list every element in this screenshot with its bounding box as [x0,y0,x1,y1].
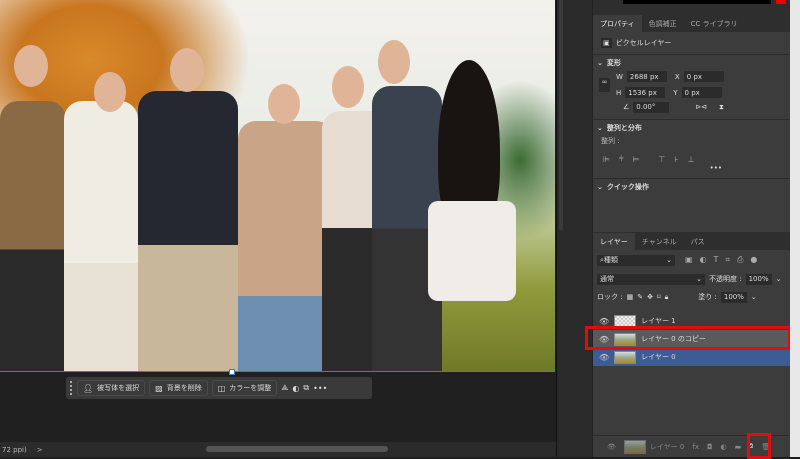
lock-all-icon[interactable]: 🔒︎ [665,293,669,302]
window-scrollbar[interactable] [790,0,800,457]
contextual-task-bar: 👤︎ 被写体を選択 ▨ 背景を削除 ◫ カラーを調整 ⟁ ◐ ⧉ ••• [66,377,372,399]
align-center-icon[interactable]: ⫩ [619,154,624,164]
image-icon: ▨ [155,383,163,393]
photo-image [0,0,555,372]
eye-icon[interactable]: 👁︎ [607,443,616,451]
chevron-down-icon[interactable]: ⌄ [597,183,603,191]
lock-transparency-icon[interactable]: ▦ [627,293,634,301]
lock-artboard-icon[interactable]: ⌑ [657,293,661,301]
person-icon: 👤︎ [83,383,94,393]
align-title: 整列と分布 [606,124,642,132]
lock-move-icon[interactable]: ✥ [647,293,653,301]
resolution-text: 72 ppi) [2,445,27,454]
toolbar-gutter [556,0,592,457]
angle-icon: ∠ [623,103,630,111]
filter-pixel-icon[interactable]: ▣ [685,255,693,265]
layers-tabs: レイヤー チャンネル パス [593,232,791,250]
right-panel: プロパティ 色調補正 CC ライブラリ ▣ ピクセルレイヤー ⌄ 変形 ∞ W 268… [585,0,800,459]
tab-cc-libraries[interactable]: CC ライブラリ [684,15,745,32]
drag-layer-thumbnail [623,439,646,454]
align-top-icon[interactable]: ⊤ [659,155,666,164]
flip-horizontal-icon[interactable]: ⊳⊲ [695,103,707,111]
width-input[interactable]: 2688 px [626,71,667,82]
layer-thumbnail [614,350,637,364]
document-canvas[interactable]: 👤︎ 被写体を選択 ▨ 背景を削除 ◫ カラーを調整 ⟁ ◐ ⧉ ••• 72 ppi… [0,0,556,457]
filter-adjust-icon[interactable]: ◐ [700,255,707,265]
height-input[interactable]: 1536 px [625,87,666,98]
tab-paths[interactable]: パス [684,233,712,250]
layers-footer: 👁︎ レイヤー 0 fx ◘ ◐ ▬ ✋︎ 🗑︎ [593,433,791,459]
quick-actions-title: クイック操作 [606,183,649,191]
adjust-color-button[interactable]: ◫ カラーを調整 [211,380,278,396]
tab-adjustments[interactable]: 色調補正 [642,15,684,32]
adjustment-layer-icon[interactable]: ◐ [292,384,299,393]
align-bottom-icon[interactable]: ⊥ [688,155,695,164]
more-align-button[interactable]: ••• [593,164,790,178]
lock-paint-icon[interactable]: ✎ [637,293,643,301]
flip-vertical-icon[interactable]: ⧗ [719,103,724,112]
properties-tabs: プロパティ 色調補正 CC ライブラリ [593,14,790,32]
filter-toggle-icon[interactable]: ● [750,255,757,265]
tab-properties[interactable]: プロパティ [593,15,642,32]
filter-shape-icon[interactable]: ⌗ [725,255,730,265]
align-left-icon[interactable]: ⊫ [603,155,610,164]
eye-icon[interactable]: 👁︎ [599,353,609,362]
link-icon[interactable]: ∞ [599,77,610,92]
transform-title: 変形 [606,59,621,67]
adjustment-icon[interactable]: ◐ [721,443,727,451]
fill-input[interactable]: 100% [720,291,747,303]
filter-type-icon[interactable]: T [714,255,719,265]
status-arrow[interactable]: > [37,446,43,454]
transform-handle[interactable] [229,369,235,375]
layer-item-selected[interactable]: 👁︎ レイヤー 0 [593,348,791,366]
chevron-down-icon[interactable]: ⌄ [597,59,603,67]
drag-grip-icon[interactable] [70,381,73,395]
opacity-input[interactable]: 100% [745,273,772,285]
layer-filter-select[interactable]: ⌕ 種類 ⌄ [597,254,675,266]
crop-icon[interactable]: ⟁ [281,383,288,393]
select-subject-button[interactable]: 👤︎ 被写体を選択 [77,380,146,396]
layer-list: 👁︎ レイヤー 1 👁︎ レイヤー 0 のコピー 👁︎ レイヤー 0 [585,312,791,366]
mask-icon[interactable]: ◘ [707,443,713,451]
mask-add-icon[interactable]: ⧉ [303,383,309,393]
remove-background-button[interactable]: ▨ 背景を削除 [149,380,208,396]
blend-mode-select[interactable]: 通常 ⌄ [597,273,705,285]
adjust-icon: ◫ [217,383,226,393]
angle-input[interactable]: 0.00° [633,101,670,113]
eye-icon[interactable]: 👁︎ [599,317,609,326]
vertical-scrollbar[interactable] [559,0,563,230]
align-right-icon[interactable]: ⊨ [633,155,640,164]
status-bar: 72 ppi) > [0,442,556,457]
tab-layers[interactable]: レイヤー [593,233,635,250]
layer-type-label: ピクセルレイヤー [615,39,672,47]
align-middle-icon[interactable]: ⊦ [675,155,679,164]
highlight-box [585,326,791,350]
align-buttons: ⊫ ⫩ ⊨ ⊤ ⊦ ⊥ [593,154,790,164]
x-input[interactable]: 0 px [683,71,724,82]
group-folder-icon[interactable]: ▬ [735,443,742,451]
fx-icon[interactable]: fx [692,443,699,451]
horizontal-scrollbar[interactable] [206,446,388,452]
new-layer-highlight-box [747,433,771,459]
y-input[interactable]: 0 px [681,87,722,98]
pixel-layer-icon: ▣ [601,38,612,48]
more-button[interactable]: ••• [313,384,327,393]
filter-smart-icon[interactable]: ⎙ [737,255,743,265]
chevron-down-icon[interactable]: ⌄ [597,124,603,132]
tab-channels[interactable]: チャンネル [635,233,684,250]
